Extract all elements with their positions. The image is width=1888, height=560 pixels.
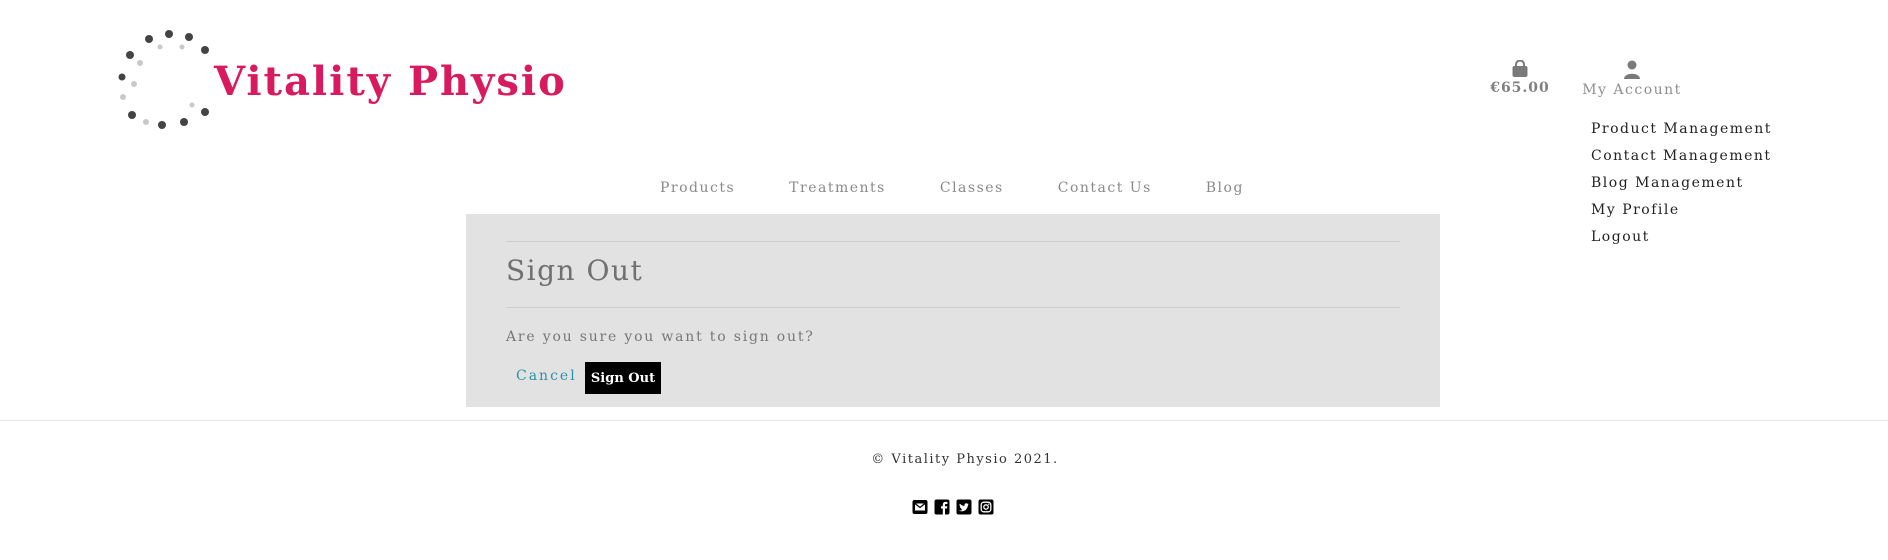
main-nav: Products Treatments Classes Contact Us B… (660, 180, 1244, 196)
cancel-button[interactable]: Cancel (516, 368, 577, 384)
facebook-icon[interactable] (934, 499, 950, 515)
menu-item-product-management[interactable]: Product Management (1591, 120, 1772, 147)
basket-link[interactable]: €65.00 (1488, 60, 1552, 96)
instagram-icon[interactable] (978, 499, 994, 515)
nav-blog[interactable]: Blog (1206, 180, 1244, 196)
user-icon (1624, 60, 1640, 79)
brand-name[interactable]: Vitality Physio (214, 58, 567, 105)
nav-contact-us[interactable]: Contact Us (1058, 180, 1152, 196)
twitter-icon[interactable] (956, 499, 972, 515)
page-title: Sign Out (506, 254, 644, 287)
divider (506, 241, 1400, 242)
basket-total: €65.00 (1490, 80, 1550, 96)
nav-products[interactable]: Products (660, 180, 735, 196)
menu-item-blog-management[interactable]: Blog Management (1591, 174, 1772, 201)
menu-item-contact-management[interactable]: Contact Management (1591, 147, 1772, 174)
copyright-text: © Vitality Physio 2021. (871, 452, 1059, 467)
footer-divider (0, 420, 1888, 421)
account-label: My Account (1582, 82, 1682, 98)
social-links (912, 499, 994, 515)
signout-card: Sign Out Are you sure you want to sign o… (466, 214, 1440, 407)
account-link[interactable]: My Account (1580, 60, 1684, 98)
account-dropdown: Product Management Contact Management Bl… (1591, 120, 1772, 255)
menu-item-logout[interactable]: Logout (1591, 228, 1772, 255)
divider (506, 307, 1400, 308)
menu-item-my-profile[interactable]: My Profile (1591, 201, 1772, 228)
nav-treatments[interactable]: Treatments (789, 180, 886, 196)
shopping-bag-icon (1512, 60, 1528, 77)
sign-out-button[interactable]: Sign Out (585, 362, 661, 394)
confirm-message: Are you sure you want to sign out? (506, 329, 815, 345)
envelope-icon[interactable] (912, 499, 928, 515)
nav-classes[interactable]: Classes (940, 180, 1004, 196)
